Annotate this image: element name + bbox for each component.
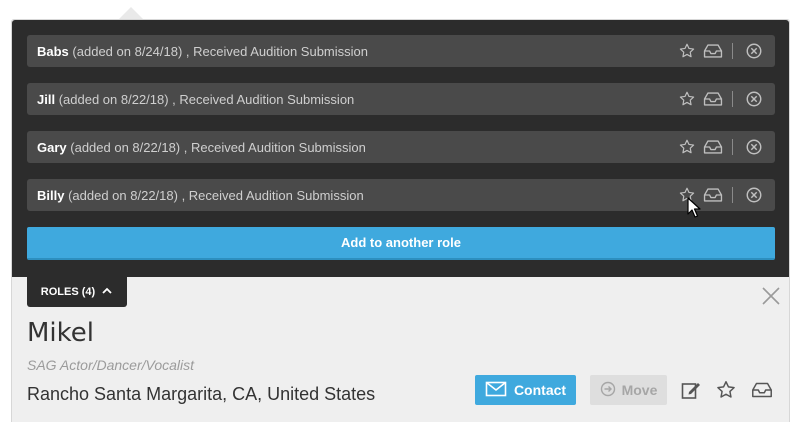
inbox-tray-icon[interactable] (700, 38, 726, 64)
role-row-actions (674, 83, 775, 115)
role-row-text: Babs (added on 8/24/18) , Received Audit… (27, 44, 674, 59)
contact-button[interactable]: Contact (475, 375, 576, 405)
role-row[interactable]: Jill (added on 8/22/18) , Received Audit… (27, 83, 775, 115)
contact-label: Contact (513, 382, 567, 398)
talent-card: Babs (added on 8/24/18) , Received Audit… (11, 19, 790, 422)
divider (732, 187, 733, 203)
roles-panel: Babs (added on 8/24/18) , Received Audit… (12, 20, 789, 277)
role-detail: (added on 8/22/18) , Received Audition S… (58, 91, 355, 107)
mouse-cursor-icon (687, 197, 701, 224)
circle-x-icon[interactable] (741, 38, 767, 64)
roles-toggle-tab[interactable]: ROLES (4) (27, 277, 127, 307)
role-row-text: Gary (added on 8/22/18) , Received Audit… (27, 140, 674, 155)
role-name: Babs (37, 43, 69, 59)
star-outline-icon[interactable] (713, 377, 739, 403)
role-name: Gary (37, 139, 67, 155)
inbox-tray-icon[interactable] (749, 377, 775, 403)
role-row-text: Billy (added on 8/22/18) , Received Audi… (27, 188, 674, 203)
divider (732, 43, 733, 59)
move-label: Move (621, 382, 658, 398)
divider (732, 91, 733, 107)
star-outline-icon[interactable] (674, 38, 700, 64)
role-row[interactable]: Billy (added on 8/22/18) , Received Audi… (27, 179, 775, 211)
circle-x-icon[interactable] (741, 182, 767, 208)
role-row-actions (674, 35, 775, 67)
role-row[interactable]: Babs (added on 8/24/18) , Received Audit… (27, 35, 775, 67)
talent-name: Mikel (27, 318, 95, 348)
role-name: Jill (37, 91, 56, 107)
close-icon[interactable] (759, 284, 783, 308)
edit-note-icon[interactable] (678, 377, 704, 403)
role-row[interactable]: Gary (added on 8/22/18) , Received Audit… (27, 131, 775, 163)
role-row-actions (674, 131, 775, 163)
move-button[interactable]: Move (590, 375, 667, 405)
inbox-tray-icon[interactable] (700, 86, 726, 112)
role-row-text: Jill (added on 8/22/18) , Received Audit… (27, 92, 674, 107)
role-detail: (added on 8/24/18) , Received Audition S… (72, 43, 369, 59)
circle-x-icon[interactable] (741, 86, 767, 112)
role-detail: (added on 8/22/18) , Received Audition S… (70, 139, 366, 155)
chevron-up-icon (101, 286, 113, 299)
role-detail: (added on 8/22/18) , Received Audition S… (68, 187, 364, 203)
star-outline-icon[interactable] (674, 134, 700, 160)
roles-tab-label: ROLES (4) (40, 286, 96, 298)
popover-pointer (119, 7, 143, 19)
star-outline-icon[interactable] (674, 86, 700, 112)
envelope-icon (485, 381, 507, 400)
circle-arrow-icon (600, 381, 616, 400)
circle-x-icon[interactable] (741, 134, 767, 160)
talent-subtitle: SAG Actor/Dancer/Vocalist (27, 357, 195, 373)
inbox-tray-icon[interactable] (700, 134, 726, 160)
add-to-another-role-button[interactable]: Add to another role (27, 227, 775, 260)
divider (732, 139, 733, 155)
inbox-tray-icon[interactable] (700, 182, 726, 208)
role-name: Billy (37, 187, 65, 203)
talent-location: Rancho Santa Margarita, CA, United State… (27, 384, 376, 404)
